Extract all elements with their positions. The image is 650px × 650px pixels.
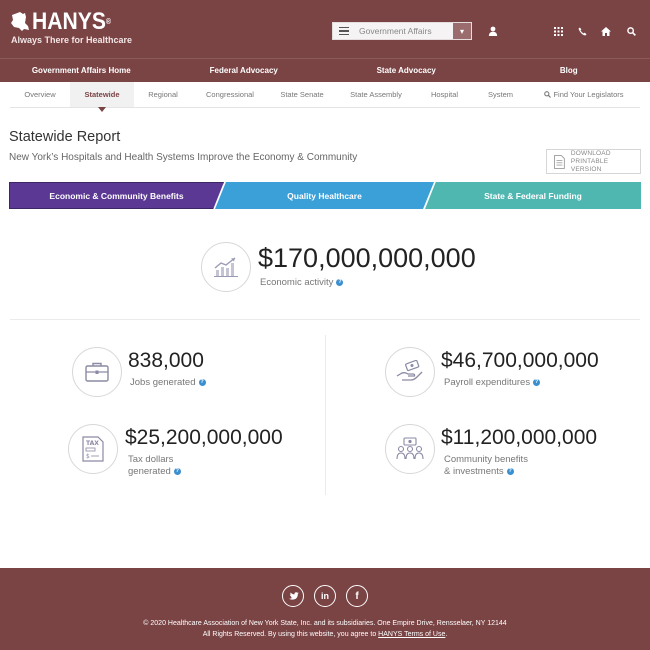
main-nav-state-advocacy[interactable]: State Advocacy	[325, 59, 488, 82]
tab-quality-healthcare[interactable]: Quality Healthcare	[215, 182, 434, 209]
home-icon[interactable]	[599, 24, 613, 38]
facebook-icon[interactable]: f	[346, 585, 368, 607]
tax-value: $25,200,000,000	[125, 426, 283, 449]
main-nav-blog[interactable]: Blog	[488, 59, 650, 82]
search-icon	[544, 83, 552, 109]
document-icon	[554, 154, 565, 169]
jobs-label: Jobs generated?	[130, 377, 206, 388]
tax-label: Tax dollars generated?	[128, 454, 181, 477]
download-label: DOWNLOAD PRINTABLE VERSION	[570, 149, 611, 173]
main-nav-federal-advocacy[interactable]: Federal Advocacy	[163, 59, 326, 82]
hand-money-icon	[385, 347, 435, 397]
rights-text: All Rights Reserved. By using this websi…	[202, 631, 448, 638]
twitter-icon[interactable]	[282, 585, 304, 607]
chevron-down-icon[interactable]: ▾	[453, 23, 471, 39]
main-nav: Government Affairs Home Federal Advocacy…	[0, 58, 650, 82]
terms-of-use-link[interactable]: HANYS Terms of Use	[378, 631, 445, 638]
tab-state-senate[interactable]: State Senate	[268, 82, 336, 107]
community-value: $11,200,000,000	[441, 426, 598, 449]
svg-text:$: $	[86, 453, 90, 460]
tab-system[interactable]: System	[473, 82, 528, 107]
jobs-value: 838,000	[128, 349, 204, 372]
logo-text: HANYS®	[32, 8, 112, 35]
tab-statewide[interactable]: Statewide	[70, 82, 134, 112]
community-icon	[385, 424, 435, 474]
help-icon[interactable]: ?	[198, 379, 206, 386]
tab-economic-community-benefits[interactable]: Economic & Community Benefits	[9, 182, 224, 209]
search-icon[interactable]	[624, 24, 638, 38]
new-york-state-icon	[11, 12, 29, 31]
tab-regional[interactable]: Regional	[134, 82, 192, 107]
linkedin-icon[interactable]: in	[314, 585, 336, 607]
page-subtitle: New York’s Hospitals and Health Systems …	[9, 152, 358, 163]
payroll-label: Payroll expenditures?	[444, 377, 541, 388]
tab-state-federal-funding[interactable]: State & Federal Funding	[425, 182, 641, 209]
phone-icon[interactable]	[575, 24, 589, 38]
help-icon[interactable]: ?	[533, 379, 541, 386]
sub-nav: Overview Statewide Regional Congressiona…	[10, 82, 640, 112]
column-divider	[325, 335, 326, 495]
page-title: Statewide Report	[9, 129, 121, 145]
section-selector[interactable]: Government Affairs ▾	[332, 22, 472, 40]
top-header: HANYS® Always There for Healthcare Gover…	[0, 0, 650, 58]
economic-activity-value: $170,000,000,000	[258, 243, 476, 273]
help-icon[interactable]: ?	[506, 468, 514, 475]
tab-state-assembly[interactable]: State Assembly	[336, 82, 416, 107]
find-your-legislators-label: Find Your Legislators	[553, 90, 624, 99]
user-icon[interactable]	[486, 24, 500, 38]
download-printable-button[interactable]: DOWNLOAD PRINTABLE VERSION	[546, 149, 641, 174]
chart-growth-icon	[201, 242, 251, 292]
payroll-value: $46,700,000,000	[441, 349, 599, 372]
logo-tagline: Always There for Healthcare	[11, 35, 133, 45]
divider	[10, 319, 640, 320]
economic-activity-label: Economic activity?	[260, 277, 344, 288]
main-nav-government-affairs-home[interactable]: Government Affairs Home	[0, 59, 163, 82]
tab-overview[interactable]: Overview	[10, 82, 70, 107]
hanys-logo[interactable]: HANYS® Always There for Healthcare	[10, 8, 133, 45]
community-label: Community benefits & investments?	[444, 454, 528, 477]
hamburger-icon	[333, 23, 355, 39]
tab-hospital[interactable]: Hospital	[416, 82, 473, 107]
help-icon[interactable]: ?	[173, 468, 181, 475]
tax-document-icon: TAX $	[68, 424, 118, 474]
footer: in f © 2020 Healthcare Association of Ne…	[0, 568, 650, 650]
tab-find-your-legislators[interactable]: Find Your Legislators	[528, 82, 640, 107]
svg-text:TAX: TAX	[86, 440, 99, 447]
copyright-text: © 2020 Healthcare Association of New Yor…	[143, 620, 507, 627]
grid-icon[interactable]	[551, 24, 565, 38]
section-selector-value: Government Affairs	[359, 26, 432, 36]
category-tabs: Economic & Community Benefits Quality He…	[9, 182, 641, 209]
tab-congressional[interactable]: Congressional	[192, 82, 268, 107]
briefcase-icon	[72, 347, 122, 397]
help-icon[interactable]: ?	[336, 279, 344, 286]
